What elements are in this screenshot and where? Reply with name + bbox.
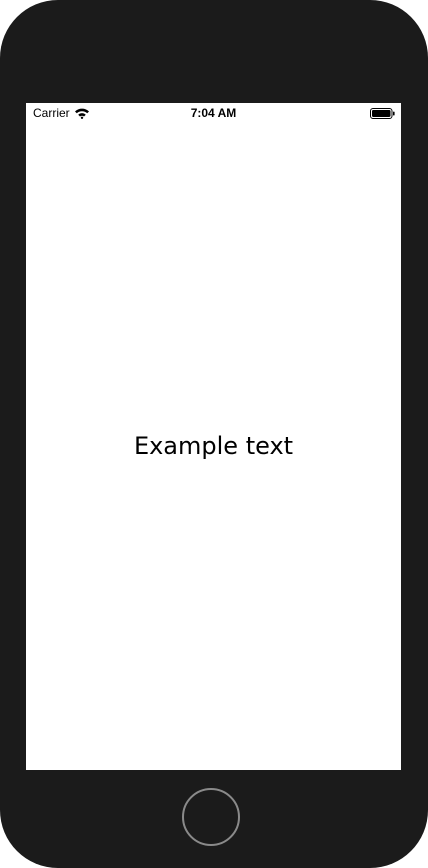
status-bar: Carrier 7:04 AM (26, 103, 401, 123)
example-text: Example text (133, 432, 294, 460)
home-button[interactable] (182, 788, 240, 846)
device-frame: Carrier 7:04 AM Example text (0, 0, 428, 868)
status-time: 7:04 AM (190, 106, 237, 120)
screen: Carrier 7:04 AM Example text (26, 103, 401, 770)
battery-icon (370, 108, 395, 119)
